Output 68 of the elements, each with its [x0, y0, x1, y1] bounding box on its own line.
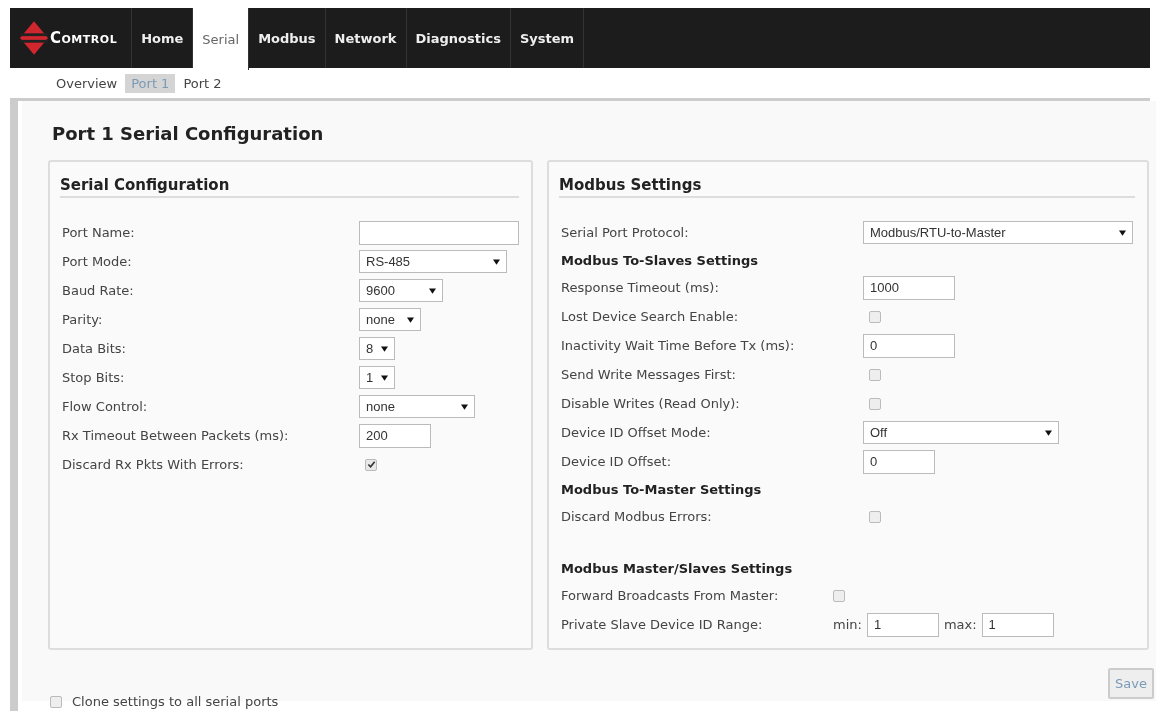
- field-label: Flow Control:: [62, 399, 148, 414]
- field-label: Discard Modbus Errors:: [561, 509, 712, 524]
- field-label: Rx Timeout Between Packets (ms):: [62, 428, 289, 443]
- field-label: Stop Bits:: [62, 370, 125, 385]
- brand-name: Comtrol: [50, 29, 118, 47]
- subnav-tab[interactable]: Port 2: [177, 73, 228, 93]
- max-label: max:: [943, 617, 977, 632]
- checkbox[interactable]: [50, 695, 62, 708]
- dropdown[interactable]: 8: [359, 337, 395, 360]
- nav-tab[interactable]: Diagnostics: [406, 8, 511, 68]
- caret-icon: [381, 345, 388, 352]
- caret-icon: [461, 403, 468, 410]
- page-title: Port 1 Serial Configuration: [52, 123, 325, 144]
- input-field[interactable]: 0: [863, 449, 935, 474]
- caret-icon: [429, 287, 436, 294]
- checkbox[interactable]: [869, 510, 881, 523]
- logo-icon: [20, 21, 48, 55]
- dropdown[interactable]: Modbus/RTU-to-Master: [863, 221, 1133, 244]
- field-label: Disable Writes (Read Only):: [561, 396, 740, 411]
- checkbox[interactable]: [869, 310, 881, 323]
- field-label: Baud Rate:: [62, 283, 134, 298]
- dropdown[interactable]: Off: [863, 421, 1059, 444]
- input-field[interactable]: 200: [359, 423, 431, 448]
- section-title: Modbus Settings: [559, 176, 1135, 198]
- dropdown[interactable]: none: [359, 395, 475, 418]
- input-field[interactable]: 1000: [863, 275, 955, 300]
- checkbox-label: Clone settings to all serial ports: [72, 694, 279, 709]
- caret-icon: [407, 316, 414, 323]
- dropdown[interactable]: 1: [359, 366, 395, 389]
- field-label: Lost Device Search Enable:: [561, 309, 739, 324]
- input-field[interactable]: 1: [981, 612, 1054, 637]
- input-field[interactable]: 0: [863, 333, 955, 358]
- caret-icon: [1045, 429, 1052, 436]
- caret-icon: [493, 258, 500, 265]
- nav-tab[interactable]: Modbus: [249, 8, 326, 68]
- dropdown[interactable]: 9600: [359, 279, 443, 302]
- dropdown[interactable]: RS-485: [359, 250, 507, 273]
- checkbox[interactable]: [869, 397, 881, 410]
- field-label: Port Name:: [62, 225, 135, 240]
- dropdown[interactable]: none: [359, 308, 421, 331]
- field-label: Response Timeout (ms):: [561, 280, 719, 295]
- subsection-heading: Modbus To-Slaves Settings: [560, 251, 759, 270]
- field-label: Forward Broadcasts From Master:: [561, 588, 779, 603]
- subnav-tab[interactable]: Overview: [50, 73, 124, 93]
- section-title: Serial Configuration: [60, 176, 519, 198]
- input-field[interactable]: [359, 220, 519, 245]
- nav-tab[interactable]: Serial: [193, 8, 250, 70]
- field-label: Discard Rx Pkts With Errors:: [62, 457, 244, 472]
- checkbox[interactable]: [869, 368, 881, 381]
- subsection-heading: Modbus To-Master Settings: [560, 480, 763, 499]
- subsection-heading: Modbus Master/Slaves Settings: [560, 559, 794, 578]
- field-label: Device ID Offset:: [561, 454, 671, 469]
- input-field[interactable]: 1: [866, 612, 939, 637]
- checkbox[interactable]: [833, 589, 845, 602]
- checkbox[interactable]: [365, 458, 377, 471]
- caret-icon: [381, 374, 388, 381]
- field-label: Parity:: [62, 312, 103, 327]
- field-label: Serial Port Protocol:: [561, 225, 689, 240]
- caret-icon: [1119, 229, 1126, 236]
- field-label: Send Write Messages First:: [561, 367, 736, 382]
- field-label: Data Bits:: [62, 341, 126, 356]
- field-label: Device ID Offset Mode:: [561, 425, 711, 440]
- nav-tab[interactable]: System: [510, 8, 585, 68]
- field-label: Inactivity Wait Time Before Tx (ms):: [561, 338, 795, 353]
- min-label: min:: [833, 617, 862, 632]
- nav-tab[interactable]: Network: [325, 8, 407, 68]
- field-label: Port Mode:: [62, 254, 132, 269]
- field-label: Private Slave Device ID Range:: [561, 617, 763, 632]
